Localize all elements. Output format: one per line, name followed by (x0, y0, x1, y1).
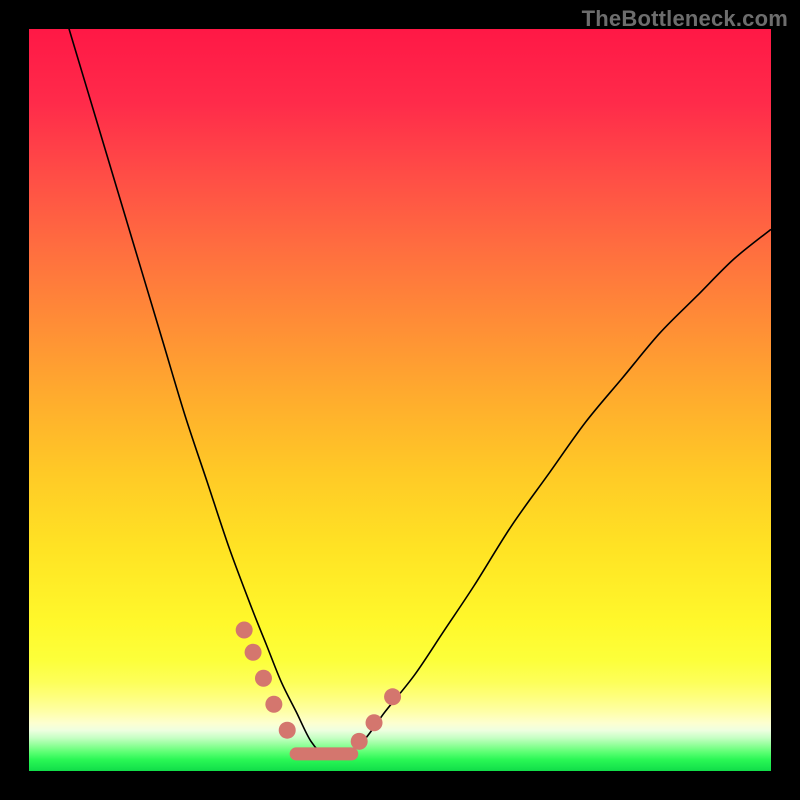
curve-marker-1 (245, 644, 262, 661)
chart-frame: TheBottleneck.com (0, 0, 800, 800)
bottleneck-curve-path (29, 29, 771, 758)
curve-marker-0 (236, 622, 253, 639)
curve-marker-4 (279, 722, 296, 739)
marker-group (236, 622, 401, 750)
curve-marker-7 (384, 688, 401, 705)
plot-area (29, 29, 771, 771)
curve-marker-5 (351, 733, 368, 750)
bottleneck-curve-svg (29, 29, 771, 771)
curve-marker-2 (255, 670, 272, 687)
curve-marker-3 (265, 696, 282, 713)
curve-marker-6 (366, 714, 383, 731)
